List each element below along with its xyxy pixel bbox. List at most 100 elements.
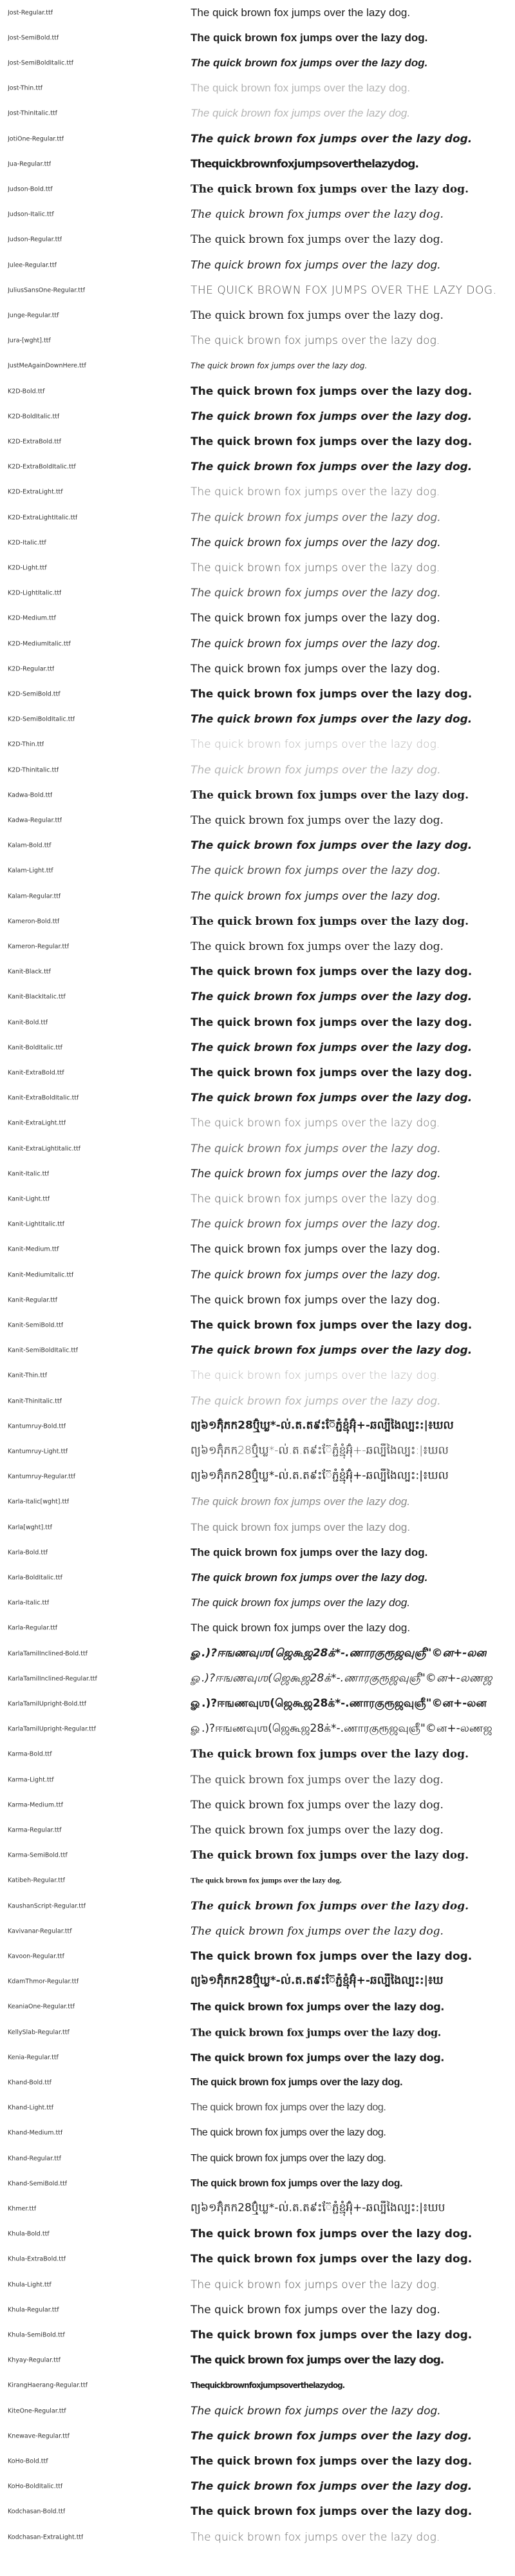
font-sample-text: The quick brown fox jumps over the lazy … [191, 864, 441, 878]
font-file-name: KoHo-Bold.ttf [8, 2458, 48, 2465]
font-file-name: KarlaTamilInclined-Bold.ttf [8, 1650, 88, 1657]
font-sample-text: The quick brown fox jumps over the lazy … [191, 2429, 473, 2443]
font-row: Kanit-Black.ttf The quick brown fox jumps… [0, 960, 515, 985]
font-sample-text: The quick brown fox jumps over the lazy … [191, 965, 473, 979]
font-row: K2D-ExtraBold.ttf The quick brown fox jum… [0, 429, 515, 454]
font-row: KoHo-BoldItalic.ttf The quick brown fox j… [0, 2474, 515, 2499]
font-file-name: Karla-Italic.ttf [8, 1599, 50, 1607]
font-sample-text: The quick brown fox jumps over the lazy … [191, 82, 411, 95]
font-sample-text: The quick brown fox jumps over the lazy … [191, 738, 440, 752]
font-sample-text: The quick brown fox jumps over the lazy … [191, 2505, 473, 2519]
font-sample-text: The quick brown fox jumps over the lazy … [191, 2328, 473, 2342]
font-row: Khand-Regular.ttf The quick brown fox jum… [0, 2146, 515, 2171]
font-row: Kavivanar-Regular.ttf The quick brown fox… [0, 1918, 515, 1944]
font-row: Kanit-ExtraLight.ttf The quick brown fox … [0, 1111, 515, 1136]
font-sample-text: The quick brown fox jumps over the lazy … [191, 1495, 411, 1508]
font-sample-text: The quick brown fox jumps over the lazy … [191, 2152, 386, 2164]
font-row: Kodchasan-Bold.ttf The quick brown fox ju… [0, 2499, 515, 2524]
font-sample-text: The quick brown fox jumps over the lazy … [191, 361, 368, 371]
font-row: Jost-ThinItalic.ttf The quick brown fox j… [0, 101, 515, 126]
font-file-name: Katibeh-Regular.ttf [8, 1877, 65, 1884]
font-file-name: Kavoon-Regular.ttf [8, 1953, 64, 1960]
font-sample-text: ௐ.)?ஈஙணவுஶ(ஜெகூஜ28க்*-.ணாரகுரூஜவுஞீ"©ன+-… [191, 1696, 487, 1710]
font-file-name: Kenia-Regular.ttf [8, 2054, 59, 2061]
font-file-name: K2D-SemiBold.ttf [8, 690, 61, 698]
font-sample-text: The quick brown fox jumps over the lazy … [191, 435, 473, 448]
font-file-name: Julee-Regular.ttf [8, 261, 57, 269]
font-file-name: Karma-Medium.ttf [8, 1801, 63, 1809]
font-file-name: K2D-ThinItalic.ttf [8, 766, 59, 773]
font-file-name: Jost-SemiBold.ttf [8, 34, 59, 42]
font-row: K2D-ExtraLight.ttf The quick brown fox ju… [0, 480, 515, 505]
font-file-name: JustMeAgainDownHere.ttf [8, 362, 86, 370]
font-row: Khand-Bold.ttf The quick brown fox jumps … [0, 2070, 515, 2095]
font-sample-text: The quick brown fox jumps over the lazy … [191, 1318, 473, 1332]
font-sample-text: The quick brown fox jumps over the lazy … [191, 6, 411, 19]
font-file-name: Kanit-BlackItalic.ttf [8, 993, 66, 1001]
font-file-name: K2D-MediumItalic.ttf [8, 640, 71, 647]
font-file-name: Kanit-ThinItalic.ttf [8, 1397, 62, 1405]
font-sample-text: The quick brown fox jumps over the lazy … [191, 1773, 444, 1786]
font-sample-text: Thequickbrownfoxjumpsoverthelazydog. [191, 157, 418, 171]
font-file-name: K2D-Light.ttf [8, 564, 47, 572]
font-row: Kanit-Italic.ttf The quick brown fox jump… [0, 1161, 515, 1186]
font-sample-text: The quick brown fox jumps over the lazy … [191, 2228, 473, 2241]
font-sample-text: The quick brown fox jumps over the lazy … [191, 2530, 440, 2544]
font-file-name: Kanit-SemiBold.ttf [8, 1321, 64, 1329]
font-row: Khula-ExtraBold.ttf The quick brown fox j… [0, 2247, 515, 2272]
font-row: Jost-SemiBoldItalic.ttf The quick brown f… [0, 50, 515, 75]
font-row: Kameron-Regular.ttf The quick brown fox j… [0, 934, 515, 959]
font-file-name: Kadwa-Bold.ttf [8, 791, 53, 799]
font-sample-text: The quick brown fox jumps over the lazy … [191, 813, 444, 827]
font-file-name: KaushanScript-Regular.ttf [8, 1902, 86, 1909]
font-row: Karla-Italic[wght].ttf The quick brown fo… [0, 1490, 515, 1515]
font-sample-text: The quick brown fox jumps over the lazy … [191, 1142, 441, 1155]
font-sample-text: The quick brown fox jumps over the lazy … [191, 788, 469, 802]
font-sample-text: The quick brown fox jumps over the lazy … [191, 914, 469, 928]
font-file-name: Kavivanar-Regular.ttf [8, 1927, 72, 1935]
font-file-name: JotiOne-Regular.ttf [8, 135, 64, 142]
font-sample-text: The quick brown fox jumps over the lazy … [191, 308, 444, 322]
font-row: Kanit-ExtraBold.ttf The quick brown fox j… [0, 1060, 515, 1085]
font-sample-text: The quick brown fox jumps over the lazy … [191, 1546, 428, 1558]
font-sample-text: ௐ.)?ஈஙணவுஶ(ஜெகூஜ28க்*-.ணாரகுரூஜவுஞீ"©ன+-… [191, 1671, 492, 1685]
font-sample-text: The quick brown fox jumps over the lazy … [191, 2076, 403, 2088]
font-row: Khula-Bold.ttf The quick brown fox jumps … [0, 2222, 515, 2247]
font-sample-text: The quick brown fox jumps over the lazy … [191, 839, 473, 853]
font-sample-text: The quick brown fox jumps over the lazy … [191, 1622, 411, 1634]
font-file-name: Kanit-MediumItalic.ttf [8, 1271, 74, 1278]
font-sample-text: ព្យ៦១ភ៊ុំភក28ឬ៊ុំឃ្ល*-ល់.ត.ត៩ះ៊ែភ្ជំខ្មុ… [191, 1974, 444, 1987]
font-row: Kanit-Thin.ttf The quick brown fox jumps … [0, 1363, 515, 1388]
font-sample-text: The quick brown fox jumps over the lazy … [191, 460, 473, 474]
font-sample-text: The quick brown fox jumps over the lazy … [191, 1092, 473, 1105]
font-sample-text: The quick brown fox jumps over the lazy … [191, 1243, 440, 1256]
font-row: Karla[wght].ttf The quick brown fox jumps… [0, 1515, 515, 1540]
font-sample-text: The quick brown fox jumps over the lazy … [191, 1394, 441, 1408]
font-row: Kanit-BoldItalic.ttf The quick brown fox … [0, 1035, 515, 1060]
font-file-name: Kodchasan-Bold.ttf [8, 2508, 66, 2515]
font-row: Khyay-Regular.ttf The quick brown fox jum… [0, 2348, 515, 2373]
font-row: Jura-[wght].ttf The quick brown fox jumps… [0, 328, 515, 354]
font-row: KeaniaOne-Regular.ttf The quick brown fox… [0, 1994, 515, 2020]
font-row: Kanit-Light.ttf The quick brown fox jumps… [0, 1186, 515, 1211]
font-row: Kameron-Bold.ttf The quick brown fox jump… [0, 909, 515, 934]
font-row: K2D-LightItalic.ttf The quick brown fox j… [0, 581, 515, 606]
font-row: Judson-Bold.ttf The quick brown fox jumps… [0, 176, 515, 202]
font-file-name: Kanit-Regular.ttf [8, 1296, 58, 1304]
font-file-name: Khula-SemiBold.ttf [8, 2331, 65, 2339]
font-file-name: K2D-Italic.ttf [8, 539, 46, 547]
font-sample-text: The quick brown fox jumps over the lazy … [191, 233, 444, 247]
font-file-name: K2D-Medium.ttf [8, 614, 56, 622]
font-sample-text: The quick brown fox jumps over the lazy … [191, 1849, 469, 1862]
font-sample-text: The quick brown fox jumps over the lazy … [191, 107, 411, 120]
font-row: Judson-Regular.ttf The quick brown fox ju… [0, 227, 515, 252]
font-row: K2D-Medium.ttf The quick brown fox jumps … [0, 606, 515, 631]
font-row: Karma-Light.ttf The quick brown fox jumps… [0, 1767, 515, 1792]
font-row: Khand-Light.ttf The quick brown fox jumps… [0, 2096, 515, 2121]
font-row: K2D-BoldItalic.ttf The quick brown fox ju… [0, 404, 515, 429]
font-sample-text: ௐ.)?ஈஙணவுஶ(ஜெகூஜ28க்*-.ணாரகுரூஜவுஞீ"©ன+-… [191, 1646, 487, 1660]
font-row: Karma-Medium.ttf The quick brown fox jump… [0, 1792, 515, 1817]
font-file-name: Kadwa-Regular.ttf [8, 817, 62, 824]
font-sample-text: The quick brown fox jumps over the lazy … [191, 2026, 441, 2038]
font-file-name: Kantumruy-Bold.ttf [8, 1423, 66, 1430]
